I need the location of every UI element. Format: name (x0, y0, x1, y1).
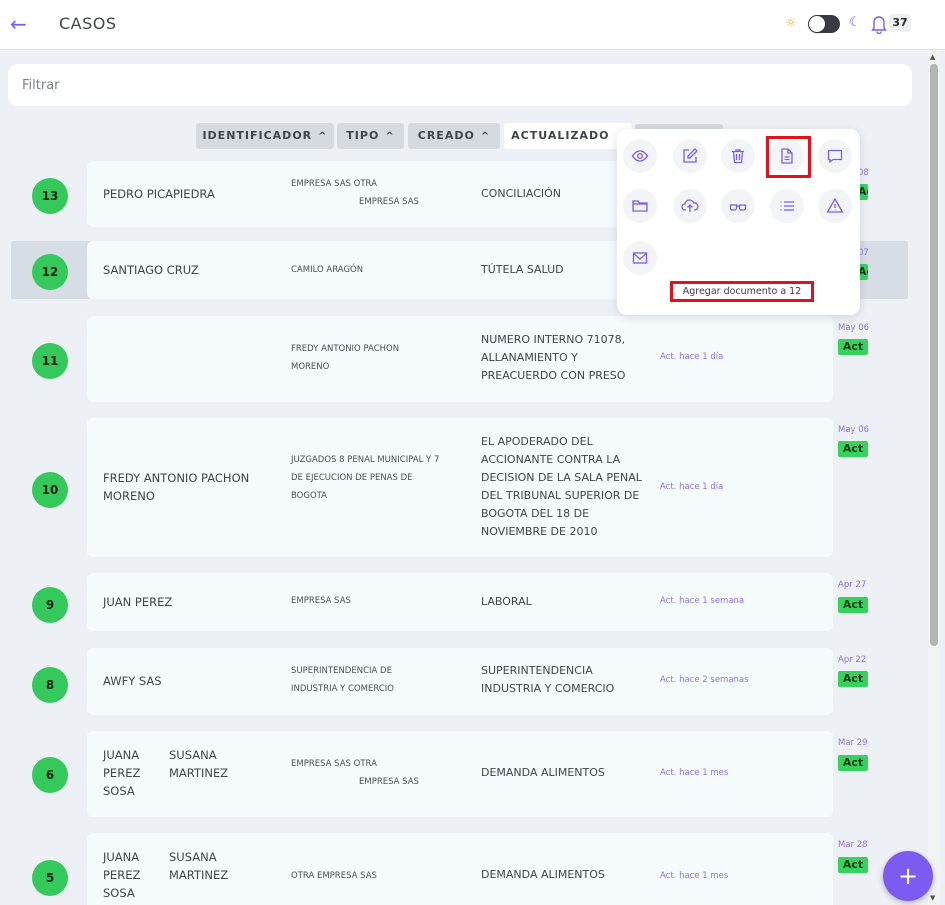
scroll-up-arrow-icon[interactable]: ▲ (930, 53, 935, 61)
case-card[interactable]: JUAN PEREZ EMPRESA SAS LABORAL Act. hace… (87, 573, 833, 631)
case-empresa: FREDY ANTONIO PACHON MORENO (291, 344, 400, 372)
case-updated: Act. hace 2 semanas (660, 675, 749, 685)
case-date: Mar 28 (838, 840, 868, 850)
status-badge: Act (838, 857, 868, 873)
chevron-up-icon: ^ (318, 131, 328, 142)
status-badge: Act (838, 671, 868, 687)
sun-icon: ☼ (785, 16, 797, 31)
case-updated: Act. hace 1 semana (660, 596, 745, 606)
case-tipo: SUPERINTENDENCIA INDUSTRIA Y COMERCIO (481, 664, 615, 695)
case-tipo: EL APODERADO DEL ACCIONANTE CONTRA LA DE… (481, 435, 642, 538)
list-icon[interactable] (770, 189, 804, 223)
case-number-badge[interactable]: 11 (32, 343, 68, 379)
back-arrow-icon[interactable]: ← (10, 12, 32, 36)
comment-icon[interactable] (818, 139, 852, 173)
moon-icon: ☾ (849, 15, 861, 30)
case-number-badge[interactable]: 6 (32, 757, 68, 793)
case-empresa: CAMILO ARAGÓN (291, 265, 364, 275)
theme-toggle[interactable] (808, 15, 840, 33)
case-client: PEDRO PICAPIEDRA (103, 187, 215, 201)
bell-icon[interactable] (870, 14, 888, 35)
delete-icon[interactable] (721, 139, 755, 173)
case-number-badge[interactable]: 5 (32, 860, 68, 896)
chevron-up-icon: ^ (385, 131, 395, 142)
case-tipo: LABORAL (481, 595, 532, 608)
glasses-icon[interactable] (721, 189, 755, 223)
case-client: JUAN PEREZ (103, 595, 173, 609)
folder-icon[interactable] (623, 189, 657, 223)
toggle-knob (809, 16, 825, 32)
chevron-up-icon: ^ (480, 131, 491, 142)
case-card[interactable]: AWFY SAS SUPERINTENDENCIA DE INDUSTRIA Y… (87, 648, 833, 715)
case-date: May 06 (838, 425, 870, 435)
view-icon[interactable] (623, 139, 657, 173)
case-tipo: NUMERO INTERNO 71078, ALLANAMIENTO Y PRE… (481, 333, 626, 382)
case-client: JUANA PEREZ SOSA SUSANA MARTINEZ (103, 748, 229, 798)
case-number-badge[interactable]: 10 (32, 472, 68, 508)
case-empresa: EMPRESA SAS OTRA EMPRESA SAS (291, 759, 419, 787)
case-updated: Act. hace 1 mes (660, 768, 729, 778)
filter-input[interactable] (8, 64, 912, 106)
add-document-highlight (766, 136, 811, 178)
case-tipo: DEMANDA ALIMENTOS (481, 868, 605, 881)
sort-label: ACTUALIZADO (511, 129, 610, 142)
case-date: Mar 29 (838, 738, 868, 748)
case-date: Apr 27 (838, 580, 867, 590)
sort-identificador-button[interactable]: IDENTIFICADOR ^ (196, 123, 334, 149)
sort-creado-button[interactable]: CREADO ^ (408, 123, 500, 149)
case-card[interactable]: JUANA PEREZ SOSA SUSANA MARTINEZ OTRA EMP… (87, 833, 833, 905)
case-client: AWFY SAS (103, 674, 162, 688)
status-badge: Act (838, 339, 868, 355)
add-case-button[interactable]: + (883, 851, 933, 901)
status-badge: Act (838, 441, 868, 457)
sort-label: TIPO (346, 129, 380, 142)
case-number-badge[interactable]: 8 (32, 667, 68, 703)
sort-tipo-button[interactable]: TIPO ^ (337, 123, 404, 149)
case-client: JUANA PEREZ SOSA SUSANA MARTINEZ (103, 850, 229, 900)
case-number-badge[interactable]: 13 (32, 178, 68, 214)
status-badge: Act (838, 597, 868, 613)
sort-actualizado-button[interactable]: ACTUALIZADO⌄ (504, 123, 632, 149)
filter-box (8, 64, 912, 106)
scrollbar[interactable] (928, 50, 940, 905)
scroll-down-arrow-icon[interactable]: ▼ (930, 894, 935, 902)
page-title: CASOS (59, 14, 117, 33)
case-tipo: DEMANDA ALIMENTOS (481, 766, 605, 779)
case-updated: Act. hace 1 día (660, 352, 724, 362)
case-empresa: SUPERINTENDENCIA DE INDUSTRIA Y COMERCIO (291, 666, 394, 694)
case-date: Apr 22 (838, 655, 867, 665)
add-document-tooltip: Agregar documento a 12 (670, 281, 814, 302)
case-number-badge[interactable]: 12 (32, 254, 68, 290)
notification-count[interactable]: 37 (889, 14, 911, 32)
case-empresa: EMPRESA SAS OTRA EMPRESA SAS (291, 179, 419, 207)
top-bar: ← CASOS ☼ ☾ 37 (0, 0, 945, 50)
case-number-badge[interactable]: 9 (32, 587, 68, 623)
case-updated: Act. hace 1 mes (660, 871, 729, 881)
case-card[interactable]: FREDY ANTONIO PACHON MORENO JUZGADOS 8 P… (87, 418, 833, 557)
case-empresa: EMPRESA SAS (291, 596, 351, 606)
warning-icon[interactable] (818, 189, 852, 223)
edit-icon[interactable] (673, 139, 707, 173)
case-client: FREDY ANTONIO PACHON MORENO (103, 471, 250, 503)
mail-icon[interactable] (623, 241, 657, 275)
case-client: SANTIAGO CRUZ (103, 263, 199, 277)
case-card[interactable]: FREDY ANTONIO PACHON MORENO NUMERO INTERN… (87, 316, 833, 402)
sort-label: IDENTIFICADOR (202, 129, 313, 142)
case-empresa: OTRA EMPRESA SAS (291, 871, 377, 881)
case-empresa: JUZGADOS 8 PENAL MUNICIPAL Y 7 DE EJECUC… (291, 455, 440, 501)
status-badge: Act (838, 755, 868, 771)
case-card[interactable]: JUANA PEREZ SOSA SUSANA MARTINEZ EMPRESA … (87, 731, 833, 817)
case-updated: Act. hace 1 día (660, 482, 724, 492)
sort-label: CREADO (417, 129, 475, 142)
upload-icon[interactable] (673, 189, 707, 223)
scrollbar-thumb[interactable] (930, 64, 938, 646)
case-date: May 06 (838, 323, 870, 333)
